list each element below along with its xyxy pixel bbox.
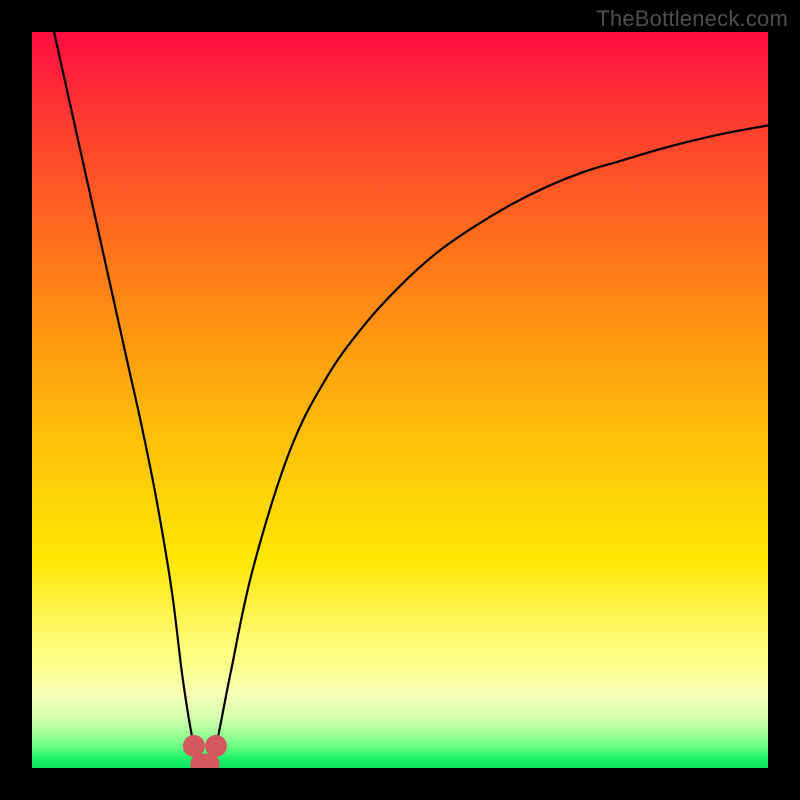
chart-frame: TheBottleneck.com [0,0,800,800]
chart-svg [32,32,768,768]
curve-markers [183,735,227,768]
chart-plot-area [32,32,768,768]
watermark-text: TheBottleneck.com [596,6,788,32]
bottleneck-curve-line [54,32,768,767]
curve-marker [205,735,227,757]
